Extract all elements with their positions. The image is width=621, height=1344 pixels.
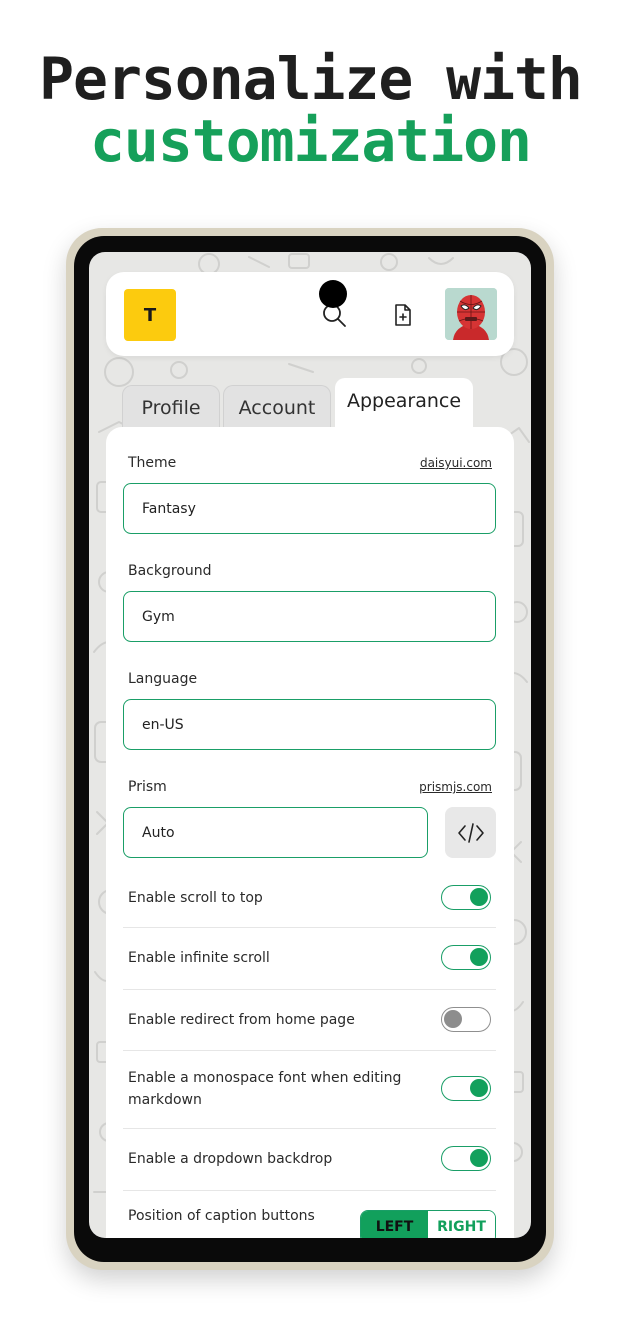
code-icon xyxy=(457,822,484,843)
toggle-row-scroll-to-top: Enable scroll to top xyxy=(123,867,496,928)
phone-screen: T Profile Account Appearance Theme daisy… xyxy=(89,252,531,1238)
spider-man-avatar-image xyxy=(445,288,497,340)
theme-label: Theme xyxy=(128,455,177,471)
monospace-font-toggle[interactable] xyxy=(441,1076,491,1101)
tab-profile[interactable]: Profile xyxy=(122,385,220,430)
caption-right-option[interactable]: RIGHT xyxy=(428,1211,495,1238)
toggle-row-dropdown-backdrop: Enable a dropdown backdrop xyxy=(123,1128,496,1191)
file-plus-icon xyxy=(395,304,411,326)
toggle-label: Enable a dropdown backdrop xyxy=(128,1151,333,1167)
prism-preview-button[interactable] xyxy=(445,807,496,858)
language-select[interactable]: en-US xyxy=(123,699,496,750)
background-select[interactable]: Gym xyxy=(123,591,496,642)
headline-line-2: customization xyxy=(90,107,532,175)
prismjs-link[interactable]: prismjs.com xyxy=(419,780,492,794)
toggle-label: Enable scroll to top xyxy=(128,890,263,906)
background-label: Background xyxy=(128,563,212,579)
caption-position-segmented: LEFT RIGHT xyxy=(360,1210,496,1238)
theme-select[interactable]: Fantasy xyxy=(123,483,496,534)
toggle-label: Enable a monospace font when editing mar… xyxy=(128,1070,402,1108)
phone-frame: T Profile Account Appearance Theme daisy… xyxy=(66,228,554,1270)
tab-appearance[interactable]: Appearance xyxy=(335,378,473,434)
caption-buttons-label: Position of caption buttons xyxy=(128,1208,315,1224)
prism-label: Prism xyxy=(128,779,167,795)
dropdown-backdrop-toggle[interactable] xyxy=(441,1146,491,1171)
headline-line-1: Personalize with xyxy=(39,45,583,113)
language-label: Language xyxy=(128,671,198,687)
redirect-home-toggle[interactable] xyxy=(441,1007,491,1032)
toggle-row-monospace: Enable a monospace font when editing mar… xyxy=(123,1050,496,1129)
prism-select[interactable]: Auto xyxy=(123,807,428,858)
avatar[interactable] xyxy=(445,288,497,340)
new-file-button[interactable] xyxy=(385,297,421,333)
toggle-label: Enable redirect from home page xyxy=(128,1012,355,1028)
daisyui-link[interactable]: daisyui.com xyxy=(420,456,492,470)
phone-bezel: T Profile Account Appearance Theme daisy… xyxy=(74,236,546,1262)
settings-card: Theme daisyui.com Fantasy Background Gym… xyxy=(106,427,514,1238)
caption-left-option[interactable]: LEFT xyxy=(361,1211,428,1238)
headline: Personalize with customization xyxy=(0,48,621,172)
toggle-row-redirect: Enable redirect from home page xyxy=(123,989,496,1051)
infinite-scroll-toggle[interactable] xyxy=(441,945,491,970)
tab-account[interactable]: Account xyxy=(223,385,331,430)
app-logo[interactable]: T xyxy=(124,289,176,341)
front-camera xyxy=(319,280,347,308)
toggle-row-infinite-scroll: Enable infinite scroll xyxy=(123,927,496,990)
scroll-to-top-toggle[interactable] xyxy=(441,885,491,910)
app-bar: T xyxy=(106,272,514,356)
toggle-label: Enable infinite scroll xyxy=(128,950,270,966)
